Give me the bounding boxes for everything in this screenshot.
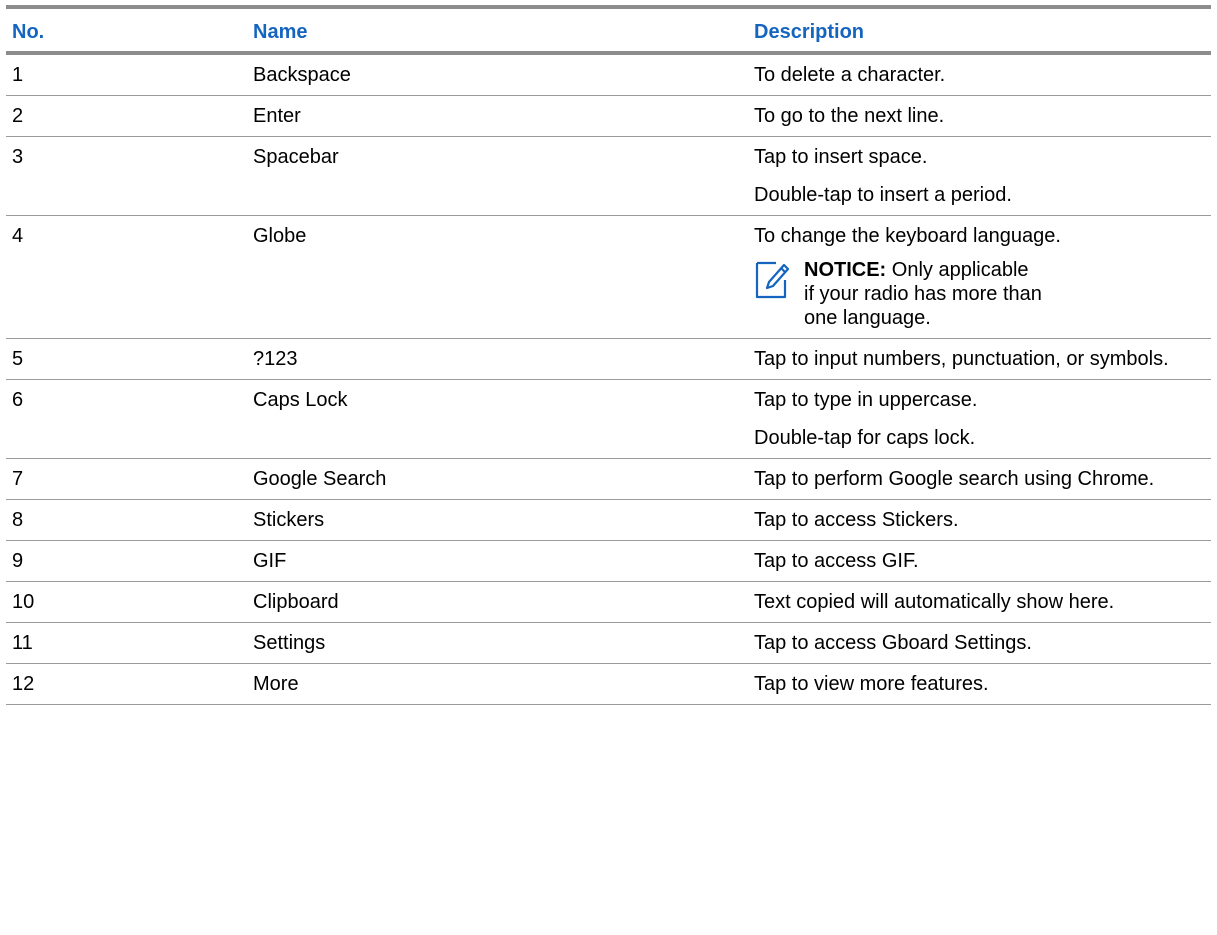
keyboard-keys-table: No. Name Description 1 Backspace To delete… [6,5,1211,705]
cell-name: ?123 [253,348,298,370]
table-row: 10 Clipboard Text copied will automaticall… [6,582,1211,623]
notice-pencil-icon [754,260,790,300]
description-paragraph: Tap to insert space. [754,146,928,168]
description-paragraph: Tap to type in uppercase. [754,389,978,411]
table-header: No. Name Description [6,7,1211,53]
cell-no: 11 [12,632,33,654]
cell-description: Tap to type in uppercase. Double-tap for … [748,380,1211,459]
header-description: Description [754,21,865,43]
cell-description: Text copied will automatically show here… [748,582,1211,623]
table-row: 11 Settings Tap to access Gboard Settings. [6,623,1211,664]
cell-name: Spacebar [253,146,339,168]
notice-callout: NOTICE: Only applicable if your radio ha… [754,258,1205,330]
cell-description: Tap to access Gboard Settings. [748,623,1211,664]
cell-name: Backspace [253,64,351,86]
cell-name: Settings [253,632,326,654]
keyboard-keys-table-container: No. Name Description 1 Backspace To delete… [6,5,1211,705]
description-paragraph: Tap to perform Google search using Chrom… [754,468,1155,490]
description-paragraph: Tap to access GIF. [754,550,919,572]
description-paragraph: Tap to access Gboard Settings. [754,632,1032,654]
cell-no: 5 [12,348,24,370]
cell-no: 1 [12,64,24,86]
header-name: Name [253,21,308,43]
notice-label: NOTICE: [804,259,887,281]
table-row: 2 Enter To go to the next line. [6,96,1211,137]
table-row: 12 More Tap to view more features. [6,664,1211,705]
description-paragraph: Tap to input numbers, punctuation, or sy… [754,348,1169,370]
cell-no: 9 [12,550,24,572]
cell-no: 4 [12,225,24,247]
cell-no: 8 [12,509,24,531]
cell-name: Google Search [253,468,387,490]
cell-description: Tap to access GIF. [748,541,1211,582]
description-paragraph: To delete a character. [754,64,946,86]
notice-text: NOTICE: Only applicable if your radio ha… [804,258,1044,330]
cell-no: 3 [12,146,24,168]
cell-description: Tap to perform Google search using Chrom… [748,459,1211,500]
cell-no: 2 [12,105,24,127]
description-paragraph: To go to the next line. [754,105,945,127]
cell-name: GIF [253,550,287,572]
cell-name: Stickers [253,509,325,531]
table-row: 3 Spacebar Tap to insert space. Double-tap … [6,137,1211,216]
cell-name: Enter [253,105,301,127]
cell-description: Tap to access Stickers. [748,500,1211,541]
table-row: 5 ?123 Tap to input numbers, punctuation, … [6,339,1211,380]
description-paragraph: Double-tap to insert a period. [754,184,1012,206]
cell-description: Tap to insert space. Double-tap to insert… [748,137,1211,216]
cell-description: Tap to view more features. [748,664,1211,705]
description-paragraph: Tap to access Stickers. [754,509,959,531]
cell-description: To delete a character. [748,53,1211,96]
header-no: No. [12,21,45,43]
cell-description: To go to the next line. [748,96,1211,137]
table-row: 6 Caps Lock Tap to type in uppercase. Doubl… [6,380,1211,459]
cell-name: Clipboard [253,591,339,613]
table-row: 9 GIF Tap to access GIF. [6,541,1211,582]
cell-no: 12 [12,673,35,695]
cell-no: 7 [12,468,24,490]
table-row: 8 Stickers Tap to access Stickers. [6,500,1211,541]
cell-name: Globe [253,225,307,247]
table-row: 1 Backspace To delete a character. [6,53,1211,96]
description-paragraph: Double-tap for caps lock. [754,427,976,449]
table-row: 4 Globe To change the keyboard language. NO… [6,216,1211,339]
cell-name: More [253,673,299,695]
description-paragraph: Text copied will automatically show here… [754,591,1115,613]
table-header-row: No. Name Description [6,7,1211,53]
table-row: 7 Google Search Tap to perform Google sear… [6,459,1211,500]
cell-description: To change the keyboard language. NOTICE: … [748,216,1211,339]
description-paragraph: Tap to view more features. [754,673,989,695]
description-paragraph: To change the keyboard language. [754,225,1061,247]
cell-name: Caps Lock [253,389,348,411]
table-body: 1 Backspace To delete a character. 2 Enter To… [6,53,1211,705]
cell-no: 6 [12,389,24,411]
cell-no: 10 [12,591,35,613]
cell-description: Tap to input numbers, punctuation, or sy… [748,339,1211,380]
